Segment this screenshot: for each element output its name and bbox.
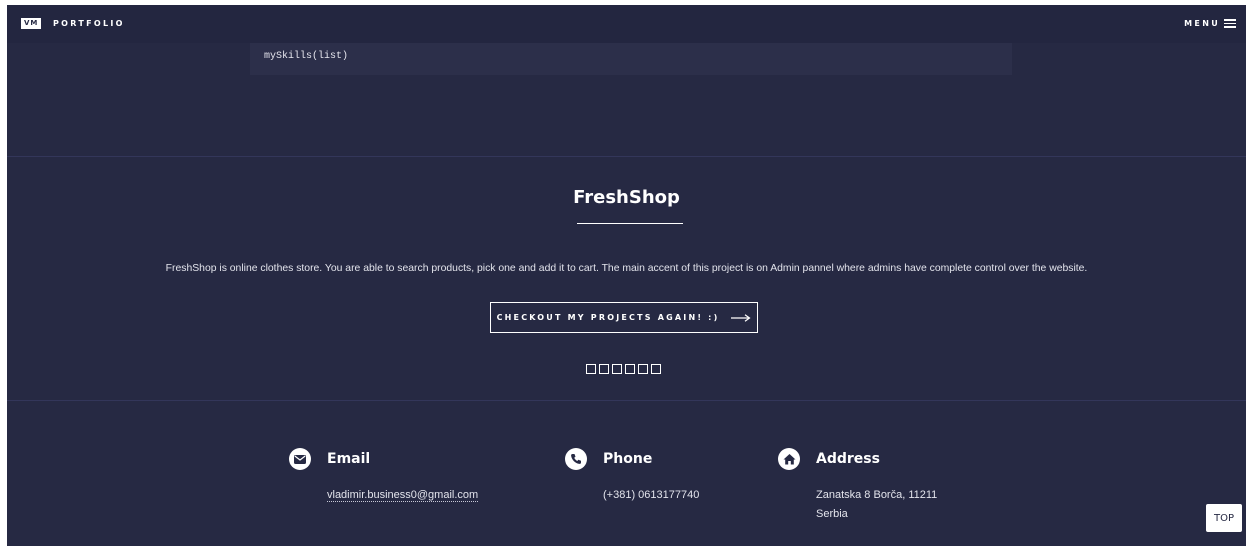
pagination-dot[interactable] <box>599 364 609 374</box>
address-value: Zanatska 8 Borča, 11211 Serbia <box>816 486 937 524</box>
code-text: mySkills(list) <box>264 51 349 62</box>
pagination-dots <box>586 364 661 374</box>
pagination-dot[interactable] <box>638 364 648 374</box>
title-underline <box>577 223 683 224</box>
contact-email-title: Email <box>327 451 371 467</box>
menu-button[interactable]: MENU <box>1184 18 1236 29</box>
logo-text[interactable]: PORTFOLIO <box>53 18 125 29</box>
page-frame: VM PORTFOLIO MENU mySkills(list) FreshSh… <box>7 5 1246 546</box>
email-link[interactable]: vladimir.business0@gmail.com <box>327 489 479 502</box>
navbar: VM PORTFOLIO MENU <box>7 5 1246 43</box>
pagination-dot[interactable] <box>625 364 635 374</box>
cta-label: CHECKOUT MY PROJECTS AGAIN! :) <box>496 313 720 322</box>
logo-badge[interactable]: VM <box>21 18 42 29</box>
project-title: FreshShop <box>573 187 680 208</box>
hamburger-icon <box>1224 19 1236 28</box>
pagination-dot[interactable] <box>612 364 622 374</box>
address-line-2: Serbia <box>816 508 848 520</box>
home-icon <box>778 448 800 470</box>
section-divider <box>7 156 1246 157</box>
back-to-top-button[interactable]: TOP <box>1206 504 1242 532</box>
code-block: mySkills(list) <box>250 43 1012 75</box>
contact-phone-title: Phone <box>603 451 653 467</box>
project-description: FreshShop is online clothes store. You a… <box>165 263 1088 274</box>
address-line-1: Zanatska 8 Borča, 11211 <box>816 489 938 501</box>
envelope-icon <box>289 448 311 470</box>
phone-icon <box>565 448 587 470</box>
arrow-right-icon <box>731 313 751 322</box>
phone-value: (+381) 0613177740 <box>603 489 700 501</box>
pagination-dot[interactable] <box>651 364 661 374</box>
checkout-projects-button[interactable]: CHECKOUT MY PROJECTS AGAIN! :) <box>490 302 758 333</box>
menu-label: MENU <box>1184 19 1220 28</box>
pagination-dot[interactable] <box>586 364 596 374</box>
section-divider <box>7 400 1246 401</box>
email-value: vladimir.business0@gmail.com <box>327 486 479 505</box>
contact-address-title: Address <box>816 451 880 467</box>
